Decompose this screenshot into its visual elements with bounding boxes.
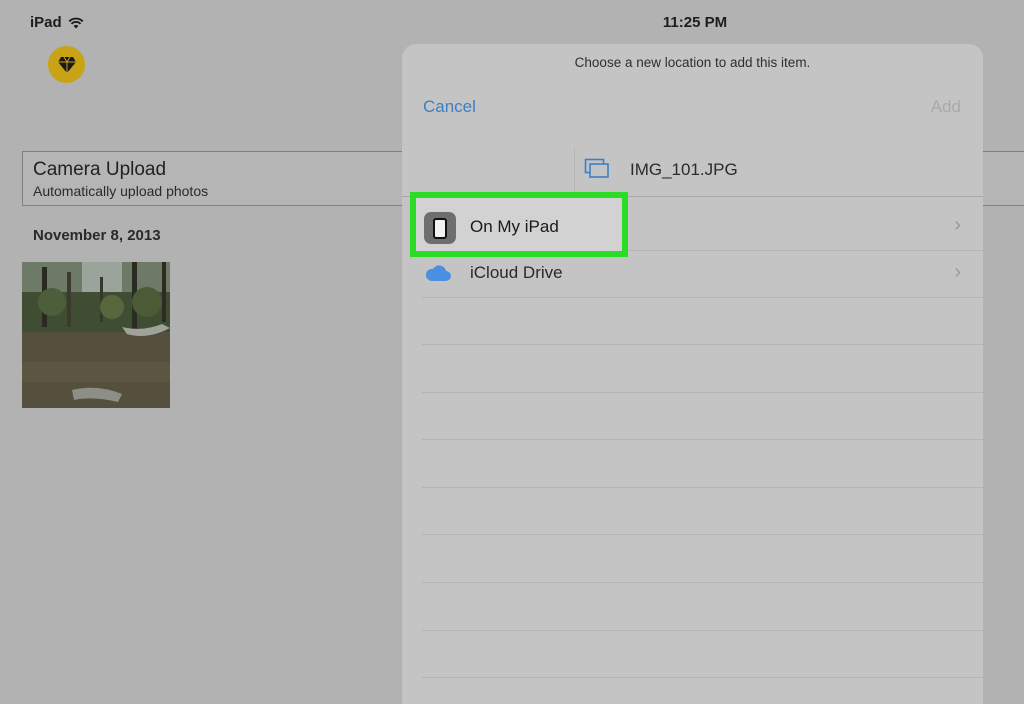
ipad-icon [424,212,456,244]
status-bar-time: 11:25 PM [662,14,728,31]
divider [422,392,983,393]
location-label: On My iPad [470,217,559,236]
divider [422,344,983,345]
chevron-right-icon: › [954,214,961,236]
add-button[interactable]: Add [931,97,961,117]
file-preview-row: IMG_101.JPG [402,147,983,197]
camera-upload-subtitle: Automatically upload photos [33,183,209,199]
location-label: iCloud Drive [470,263,563,282]
photo-thumbnail[interactable] [22,262,170,408]
photos-stack-icon [584,158,609,178]
date-heading: November 8, 2013 [33,227,161,244]
icloud-icon [425,265,451,281]
wifi-icon [68,17,84,28]
location-picker-sheet: Choose a new location to add this item. … [402,44,983,704]
cancel-button[interactable]: Cancel [423,97,476,117]
divider [422,630,983,631]
divider [422,534,983,535]
diamond-icon [57,56,76,73]
divider [422,297,983,298]
app-logo[interactable] [48,46,85,83]
divider [422,582,983,583]
status-bar-carrier: iPad [30,14,84,31]
chevron-right-icon: › [954,261,961,283]
divider [422,677,983,678]
location-row-icloud-drive[interactable]: iCloud Drive › [402,251,983,297]
file-name: IMG_101.JPG [630,160,738,179]
sheet-prompt: Choose a new location to add this item. [574,55,811,70]
divider [574,147,575,197]
divider [422,439,983,440]
forest-photo [22,262,170,408]
divider [422,487,983,488]
highlight-on-my-ipad[interactable]: On My iPad [410,192,628,257]
camera-upload-title: Camera Upload [33,159,167,180]
carrier-label: iPad [30,14,62,31]
